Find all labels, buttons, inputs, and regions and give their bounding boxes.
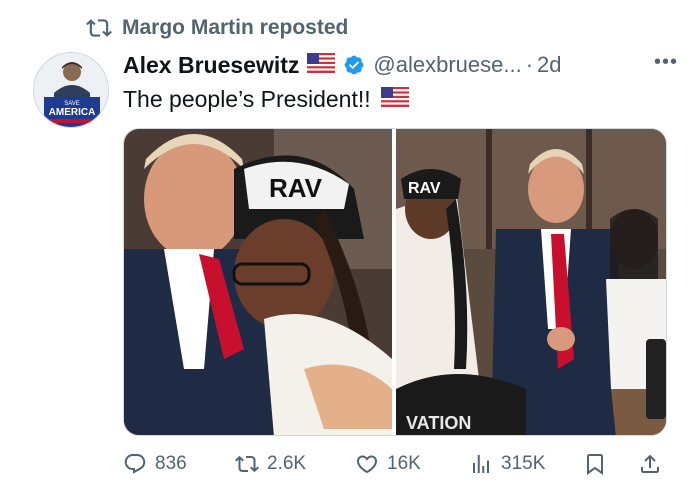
like-button[interactable]: 16K xyxy=(355,452,421,476)
repost-button[interactable]: 2.6K xyxy=(235,452,306,476)
repost-icon xyxy=(235,455,259,473)
media-grid: RAV RAV VATION xyxy=(123,128,667,436)
hat-text: VATION xyxy=(406,413,471,433)
photo-right[interactable]: RAV VATION xyxy=(396,129,666,435)
action-bar: 836 2.6K 16K 315K xyxy=(123,446,668,482)
hat-text: RAV xyxy=(269,173,323,203)
verified-badge-icon[interactable] xyxy=(343,54,365,76)
views-count: 315K xyxy=(501,453,546,474)
post-header: Alex Bruesewitz @alexbruese... · 2d xyxy=(123,47,680,83)
avatar[interactable]: SAVE AMERICA xyxy=(33,52,109,128)
us-flag-icon xyxy=(380,86,409,113)
reply-button[interactable]: 836 xyxy=(123,452,187,476)
us-flag-icon xyxy=(307,52,336,78)
avatar-text-america: AMERICA xyxy=(49,107,96,118)
views-icon xyxy=(473,455,489,473)
post-time[interactable]: 2d xyxy=(537,52,561,78)
repost-header[interactable]: Margo Martin reposted xyxy=(86,14,348,42)
separator-dot: · xyxy=(525,52,534,77)
repost-count: 2.6K xyxy=(267,453,307,474)
post-text-row: The people’s President!! xyxy=(123,86,409,113)
share-icon xyxy=(641,454,659,473)
bookmark-button[interactable] xyxy=(583,452,607,476)
heart-icon xyxy=(356,455,378,474)
views-button[interactable]: 315K xyxy=(469,452,545,476)
repost-icon xyxy=(86,19,112,37)
bookmark-icon xyxy=(587,454,603,475)
hat-text: RAV xyxy=(408,180,441,197)
photo-left[interactable]: RAV xyxy=(124,129,392,435)
author-handle[interactable]: @alexbruese... xyxy=(373,52,521,78)
post-text: The people’s President!! xyxy=(123,86,371,112)
like-count: 16K xyxy=(387,453,421,474)
repost-label: Margo Martin reposted xyxy=(122,16,349,39)
more-options-icon[interactable]: ••• xyxy=(654,52,678,72)
reply-count: 836 xyxy=(155,453,187,474)
author-name[interactable]: Alex Bruesewitz xyxy=(123,52,299,79)
reply-icon xyxy=(124,454,146,474)
share-button[interactable] xyxy=(638,452,662,476)
